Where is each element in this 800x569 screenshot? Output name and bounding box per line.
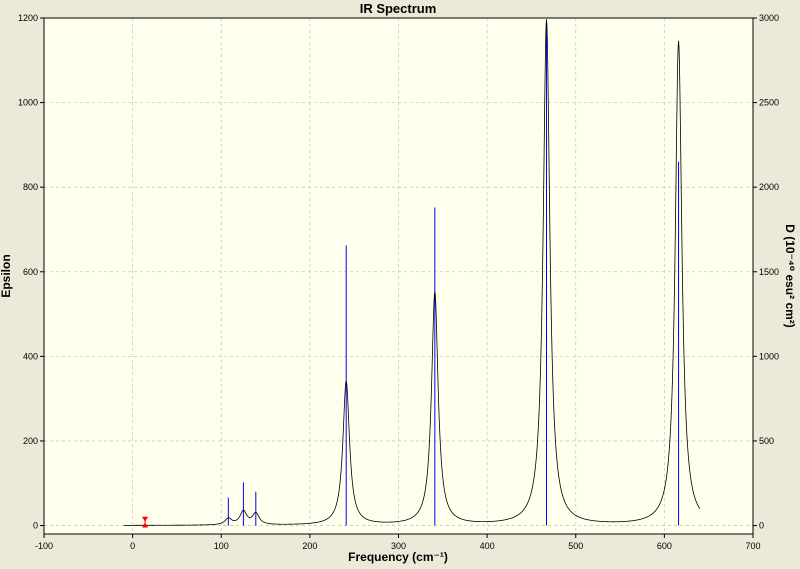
x-axis-title: Frequency (cm⁻¹): [348, 550, 448, 564]
x-tick-label: 400: [480, 541, 495, 551]
y2-tick-label: 3000: [759, 13, 779, 23]
y-tick-label: 0: [33, 521, 38, 531]
x-tick-label: 700: [745, 541, 760, 551]
x-tick-label: 600: [657, 541, 672, 551]
y-tick-label: 1200: [18, 13, 38, 23]
y-tick-label: 600: [23, 267, 38, 277]
x-tick-label: 100: [214, 541, 229, 551]
ir-spectrum-chart: -100 0 100 200 300 400 500 600 70002004006008001…: [0, 0, 800, 569]
x-tick-label: 500: [568, 541, 583, 551]
y-tick-label: 800: [23, 182, 38, 192]
y2-axis-title: D (10⁻⁴⁰ esu² cm²): [783, 224, 797, 328]
y2-tick-label: 0: [759, 521, 764, 531]
x-tick-label: 0: [130, 541, 135, 551]
y-tick-label: 200: [23, 436, 38, 446]
chart-title: IR Spectrum: [360, 1, 437, 16]
y2-tick-label: 1000: [759, 351, 779, 361]
y2-tick-label: 2500: [759, 98, 779, 108]
y2-tick-label: 1500: [759, 267, 779, 277]
y-axis-title: Epsilon: [0, 254, 13, 297]
y2-tick-label: 2000: [759, 182, 779, 192]
y-tick-label: 400: [23, 351, 38, 361]
x-tick-label: 200: [302, 541, 317, 551]
y2-tick-label: 500: [759, 436, 774, 446]
x-tick-label: -100: [35, 541, 53, 551]
y-tick-label: 1000: [18, 98, 38, 108]
